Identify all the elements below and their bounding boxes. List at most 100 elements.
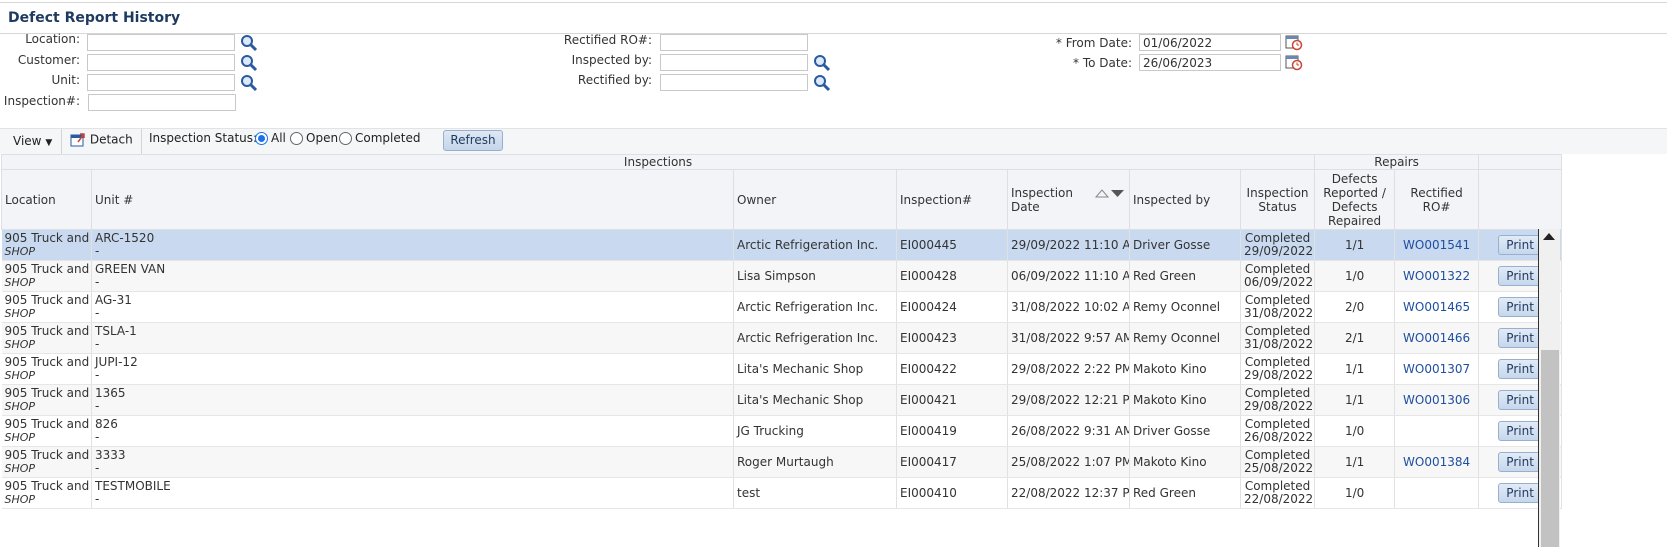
col-header-owner[interactable]: Owner xyxy=(733,169,897,230)
unit-number: ARC-1520 xyxy=(95,231,155,245)
print-button[interactable]: Print xyxy=(1497,483,1543,503)
cell-rectified-ro: WO001384 xyxy=(1394,446,1480,478)
rectified-ro-link[interactable]: WO001541 xyxy=(1403,238,1470,252)
detach-icon xyxy=(70,133,85,147)
vertical-scrollbar[interactable] xyxy=(1538,229,1560,547)
cell-owner: Arctic Refrigeration Inc. xyxy=(733,229,897,261)
rectified-by-search-icon[interactable] xyxy=(813,74,831,92)
cell-location: 905 Truck and TrSHOP xyxy=(1,291,92,323)
rectified-ro-link[interactable]: WO001466 xyxy=(1403,331,1470,345)
table-row[interactable]: 905 Truck and TrSHOP3333-Roger MurtaughE… xyxy=(1,446,1563,478)
cell-defects: 1/0 xyxy=(1314,477,1396,509)
status-completed-radio[interactable] xyxy=(339,132,352,145)
cell-rectified-ro: WO001466 xyxy=(1394,322,1480,354)
inspected-by-input[interactable] xyxy=(660,54,808,71)
cell-rectified-ro xyxy=(1394,477,1480,509)
print-button[interactable]: Print xyxy=(1497,266,1543,286)
status-all-radio[interactable] xyxy=(255,132,268,145)
customer-input[interactable] xyxy=(87,54,235,71)
inspected-by-search-icon[interactable] xyxy=(813,54,831,72)
table-row[interactable]: 905 Truck and TrSHOPTSLA-1-Arctic Refrig… xyxy=(1,322,1563,354)
detach-button[interactable]: Detach xyxy=(70,132,133,148)
print-button[interactable]: Print xyxy=(1497,297,1543,317)
cell-unit: TSLA-1- xyxy=(91,322,734,354)
from-date-input[interactable] xyxy=(1139,34,1281,51)
col-header-location[interactable]: Location xyxy=(1,169,92,230)
refresh-button[interactable]: Refresh xyxy=(443,130,503,151)
cell-status: Completed 22/08/2022 xyxy=(1240,477,1316,509)
col-header-inspection-date[interactable]: Inspection Date xyxy=(1007,169,1130,230)
status-date: 31/08/2022 xyxy=(1244,337,1314,351)
cell-rectified-ro: WO001541 xyxy=(1394,229,1480,261)
rectified-ro-link[interactable]: WO001384 xyxy=(1403,455,1470,469)
customer-search-icon[interactable] xyxy=(240,54,258,72)
cell-owner: Arctic Refrigeration Inc. xyxy=(733,291,897,323)
unit-sub: - xyxy=(95,306,100,320)
cell-inspection: EI000428 xyxy=(896,260,1008,292)
status-date: 29/09/2022 xyxy=(1244,244,1314,258)
view-menu[interactable]: View ▼ xyxy=(13,134,52,148)
rectified-by-input[interactable] xyxy=(660,74,808,91)
table-row[interactable]: 905 Truck and TrSHOPGREEN VAN-Lisa Simps… xyxy=(1,260,1563,292)
cell-location: 905 Truck and TrSHOP xyxy=(1,229,92,261)
rectified-ro-input[interactable] xyxy=(660,34,808,51)
inspection-input[interactable] xyxy=(88,94,236,111)
cell-inspection-date: 22/08/2022 12:37 PM xyxy=(1007,477,1130,509)
to-date-calendar-icon[interactable] xyxy=(1285,53,1303,71)
unit-search-icon[interactable] xyxy=(240,74,258,92)
print-button[interactable]: Print xyxy=(1497,421,1543,441)
group-header-inspections: Inspections xyxy=(0,154,1316,170)
print-button[interactable]: Print xyxy=(1497,359,1543,379)
col-header-unit[interactable]: Unit # xyxy=(91,169,734,230)
unit-sub: - xyxy=(95,244,100,258)
status-open-radio[interactable] xyxy=(290,132,303,145)
cell-inspection: EI000410 xyxy=(896,477,1008,509)
status-text: Completed xyxy=(1244,231,1311,245)
unit-sub: - xyxy=(95,275,100,289)
cell-inspection: EI000422 xyxy=(896,353,1008,385)
rectified-ro-link[interactable]: WO001306 xyxy=(1403,393,1470,407)
print-button[interactable]: Print xyxy=(1497,390,1543,410)
unit-input[interactable] xyxy=(87,74,235,91)
col-header-inspected-by[interactable]: Inspected by xyxy=(1129,169,1241,230)
col-header-inspection-status[interactable]: Inspection Status xyxy=(1239,169,1316,230)
cell-inspection-date: 29/08/2022 2:22 PM xyxy=(1007,353,1130,385)
print-button[interactable]: Print xyxy=(1497,235,1543,255)
inspection-status-label: Inspection Status: xyxy=(149,131,258,145)
rectified-ro-link[interactable]: WO001307 xyxy=(1403,362,1470,376)
status-date: 31/08/2022 xyxy=(1244,306,1314,320)
location-name: 905 Truck and Tr xyxy=(4,262,91,276)
cell-location: 905 Truck and TrSHOP xyxy=(1,415,92,447)
cell-defects: 2/0 xyxy=(1314,291,1396,323)
col-header-defects[interactable]: Defects Reported / Defects Repaired xyxy=(1314,169,1396,230)
cell-inspection: EI000421 xyxy=(896,384,1008,416)
cell-inspected-by: Red Green xyxy=(1129,260,1241,292)
col-header-inspection[interactable]: Inspection# xyxy=(896,169,1008,230)
col-header-defects-line4: Repaired xyxy=(1328,213,1382,228)
table-row[interactable]: 905 Truck and TrSHOP826-JG TruckingEI000… xyxy=(1,415,1563,447)
table-row[interactable]: 905 Truck and TrSHOPJUPI-12-Lita's Mecha… xyxy=(1,353,1563,385)
unit-number: 3333 xyxy=(95,448,126,462)
to-date-input[interactable] xyxy=(1139,54,1281,71)
print-button[interactable]: Print xyxy=(1497,452,1543,472)
location-input[interactable] xyxy=(87,34,235,51)
sort-icon[interactable] xyxy=(1095,188,1125,198)
top-border xyxy=(0,2,1667,3)
table-row[interactable]: 905 Truck and TrSHOPARC-1520- Arctic Refr… xyxy=(1,229,1563,261)
cell-owner: Arctic Refrigeration Inc. xyxy=(733,322,897,354)
scroll-up-icon[interactable] xyxy=(1543,233,1555,240)
rectified-ro-label: Rectified RO#: xyxy=(563,33,652,47)
print-button[interactable]: Print xyxy=(1497,328,1543,348)
table-row[interactable]: 905 Truck and TrSHOPAG-31-Arctic Refrige… xyxy=(1,291,1563,323)
table-row[interactable]: 905 Truck and TrSHOPTESTMOBILE-testEI000… xyxy=(1,477,1563,509)
rectified-ro-link[interactable]: WO001322 xyxy=(1403,269,1470,283)
rectified-ro-link[interactable]: WO001465 xyxy=(1403,300,1470,314)
from-date-calendar-icon[interactable] xyxy=(1285,33,1303,51)
location-search-icon[interactable] xyxy=(240,34,258,52)
col-header-rectified-ro[interactable]: Rectified RO# xyxy=(1394,169,1480,230)
location-shop: SHOP xyxy=(4,431,36,444)
status-text: Completed xyxy=(1244,386,1311,400)
scrollbar-thumb[interactable] xyxy=(1541,350,1559,547)
location-shop: SHOP xyxy=(4,400,36,413)
table-row[interactable]: 905 Truck and TrSHOP1365-Lita's Mechanic… xyxy=(1,384,1563,416)
